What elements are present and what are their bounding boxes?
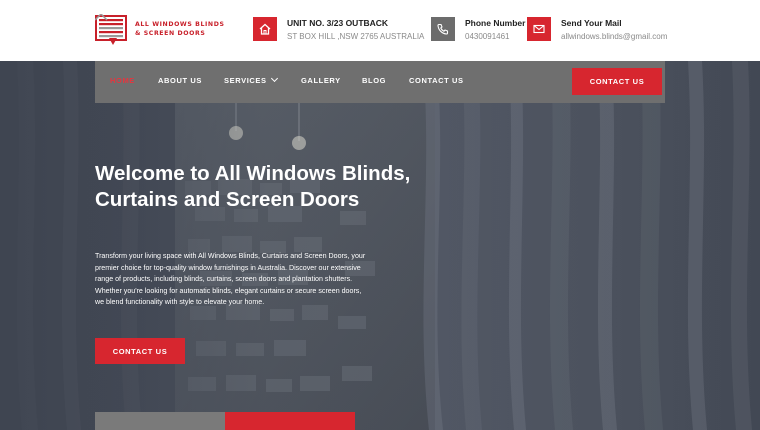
brand-text: All Windows Blinds & Screen Doors xyxy=(135,20,225,38)
brand-line-1: All Windows Blinds xyxy=(135,21,225,28)
email-title: Send Your Mail xyxy=(561,18,622,28)
nav-contact-button[interactable]: Contact Us xyxy=(572,68,662,95)
address-subtitle: ST BOX HILL ,NSW 2765 AUSTRALIA xyxy=(287,32,425,41)
home-icon xyxy=(253,17,277,41)
nav-services[interactable]: Services xyxy=(224,74,278,85)
hero-section xyxy=(0,61,760,430)
hero-contact-button[interactable]: Contact Us xyxy=(95,338,185,364)
nav-about-us[interactable]: About Us xyxy=(158,76,202,85)
nav-gallery[interactable]: Gallery xyxy=(301,76,341,85)
mail-icon xyxy=(527,17,551,41)
email-address[interactable]: allwindows.blinds@gmail.com xyxy=(561,32,667,41)
brand-logo[interactable]: All Windows Blinds & Screen Doors xyxy=(95,14,225,46)
nav-contact-us[interactable]: Contact Us xyxy=(409,76,464,85)
top-header: All Windows Blinds & Screen Doors UNIT N… xyxy=(0,0,760,61)
phone-icon xyxy=(431,17,455,41)
address-title: UNIT NO. 3/23 OUTBACK xyxy=(287,18,389,28)
nav-blog[interactable]: Blog xyxy=(362,76,386,85)
blinds-logo-icon xyxy=(95,14,127,45)
phone-title: Phone Number xyxy=(465,18,526,28)
chevron-down-icon xyxy=(270,74,278,83)
hero-title: Welcome to All Windows Blinds, Curtains … xyxy=(95,162,411,211)
phone-number[interactable]: 0430091461 xyxy=(465,32,510,41)
feature-card-gray xyxy=(95,412,225,430)
main-navigation: Home About Us Services Gallery Blog Cont… xyxy=(95,61,665,103)
feature-card-red xyxy=(225,412,355,430)
brand-line-2: & Screen Doors xyxy=(135,30,206,37)
nav-home[interactable]: Home xyxy=(110,76,135,85)
hero-background-image xyxy=(0,61,760,430)
nav-services-label: Services xyxy=(224,76,267,85)
hero-description: Transform your living space with All Win… xyxy=(95,252,366,307)
